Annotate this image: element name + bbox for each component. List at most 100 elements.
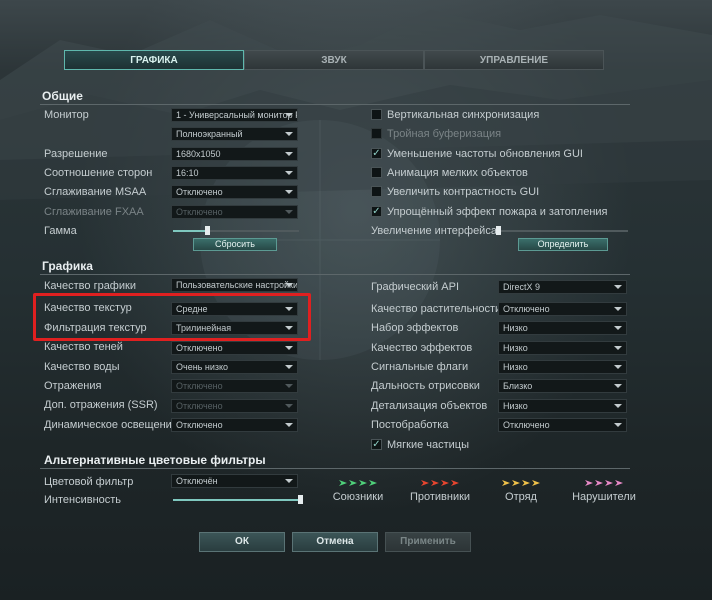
contrast-gui-checkbox[interactable] [371,186,382,197]
resolution-dropdown[interactable]: 1680x1050 [171,147,298,161]
dynamic-light-dropdown[interactable]: Отключено [171,418,298,432]
chevron-down-icon [285,283,293,287]
vegetation-dropdown[interactable]: Отключено [498,302,627,316]
monitor-dropdown[interactable]: 1 - Универсальный монитор P [171,108,298,122]
effects-set-value: Низко [503,323,528,333]
divider [40,468,630,469]
dynamic-light-label: Динамическое освещение [44,419,178,431]
intensity-slider[interactable] [173,495,303,504]
tab-controls[interactable]: УПРАВЛЕНИЕ [424,50,604,70]
dynamic-light-value: Отключено [176,420,223,430]
effects-set-dropdown[interactable]: Низко [498,321,627,335]
signal-flags-value: Низко [503,362,528,372]
graphics-quality-label: Качество графики [44,280,136,292]
postprocess-label: Постобработка [371,419,449,431]
cancel-button[interactable]: Отмена [292,532,378,552]
ssr-dropdown: Отключено [171,399,298,413]
water-quality-dropdown[interactable]: Очень низко [171,360,298,374]
tab-graphics[interactable]: ГРАФИКА [64,50,244,70]
draw-distance-dropdown[interactable]: Близко [498,379,627,393]
intensity-slider-fill [173,499,300,501]
settings-tabs: ГРАФИКА ЗВУК УПРАВЛЕНИЕ [64,50,604,70]
postprocess-dropdown[interactable]: Отключено [498,418,627,432]
chevron-down-icon [285,423,293,427]
gui-refresh-checkbox[interactable]: ✓ [371,148,382,159]
effects-quality-value: Низко [503,343,528,353]
legend-allies-label: Союзники [332,491,384,503]
signal-flags-dropdown[interactable]: Низко [498,360,627,374]
gamma-slider-fill [173,230,208,232]
color-filter-value: Отключён [176,476,218,486]
shadow-quality-dropdown[interactable]: Отключено [171,341,298,355]
section-title-filters: Альтернативные цветовые фильтры [44,453,266,467]
legend-squad-label: Отряд [505,491,537,503]
chevron-down-icon [614,365,622,369]
reflections-value: Отключено [176,381,223,391]
ui-scale-slider-knob[interactable] [496,226,501,235]
draw-distance-label: Дальность отрисовки [371,380,480,392]
triple-buffer-label: Тройная буферизация [387,128,502,140]
chevron-down-icon [285,152,293,156]
reflections-label: Отражения [44,380,102,392]
gamma-label: Гамма [44,225,77,237]
gamma-slider[interactable] [173,226,299,235]
apply-button: Применить [385,532,471,552]
soft-particles-label: Мягкие частицы [387,439,470,451]
vegetation-label: Качество растительности [371,303,502,315]
chevron-down-icon [285,132,293,136]
water-quality-label: Качество воды [44,361,120,373]
ui-scale-slider[interactable] [496,226,628,235]
ok-button[interactable]: ОК [199,532,285,552]
legend-enemies: Противники [402,480,478,503]
graphics-quality-dropdown[interactable]: Пользовательские настройки [171,278,298,292]
violators-arrows-icon [566,480,642,488]
soft-particles-checkbox[interactable]: ✓ [371,439,382,450]
ssr-value: Отключено [176,401,223,411]
fire-effect-checkbox[interactable]: ✓ [371,206,382,217]
chevron-down-icon [285,365,293,369]
display-mode-dropdown[interactable]: Полноэкранный [171,127,298,141]
ssr-label: Доп. отражения (SSR) [44,399,158,411]
msaa-dropdown[interactable]: Отключено [171,185,298,199]
fxaa-dropdown: Отключено [171,205,298,219]
chevron-down-icon [285,190,293,194]
legend-allies: Союзники [322,480,394,503]
graphics-api-dropdown[interactable]: DirectX 9 [498,280,627,294]
chevron-down-icon [285,171,293,175]
graphics-quality-value: Пользовательские настройки [176,280,298,290]
triple-buffer-checkbox [371,128,382,139]
highlight-box [33,293,311,341]
display-mode-value: Полноэкранный [176,129,243,139]
chevron-down-icon [285,384,293,388]
object-detail-dropdown[interactable]: Низко [498,399,627,413]
fxaa-label: Сглаживание FXAA [44,206,144,218]
effects-quality-dropdown[interactable]: Низко [498,341,627,355]
vsync-label: Вертикальная синхронизация [387,109,540,121]
vsync-checkbox[interactable] [371,109,382,120]
divider [40,274,630,275]
ui-scale-detect-button[interactable]: Определить [518,238,608,251]
reflections-dropdown: Отключено [171,379,298,393]
ui-scale-label: Увеличение интерфейса [371,225,497,237]
checkmark-icon: ✓ [372,148,381,159]
chevron-down-icon [614,346,622,350]
chevron-down-icon [285,404,293,408]
chevron-down-icon [614,384,622,388]
legend-violators: Нарушители [566,480,642,503]
intensity-slider-knob[interactable] [298,495,303,504]
effects-set-label: Набор эффектов [371,322,459,334]
fxaa-value: Отключено [176,207,223,217]
legend-enemies-label: Противники [409,491,471,503]
gamma-slider-knob[interactable] [205,226,211,235]
enemies-arrows-icon [402,480,478,488]
color-filter-dropdown[interactable]: Отключён [171,474,298,488]
signal-flags-label: Сигнальные флаги [371,361,469,373]
object-detail-value: Низко [503,401,528,411]
small-objects-label: Анимация мелких объектов [387,167,528,179]
draw-distance-value: Близко [503,381,533,391]
small-objects-checkbox[interactable] [371,167,382,178]
gamma-reset-button[interactable]: Сбросить [193,238,277,251]
chevron-down-icon [285,479,293,483]
tab-sound[interactable]: ЗВУК [244,50,424,70]
aspect-dropdown[interactable]: 16:10 [171,166,298,180]
